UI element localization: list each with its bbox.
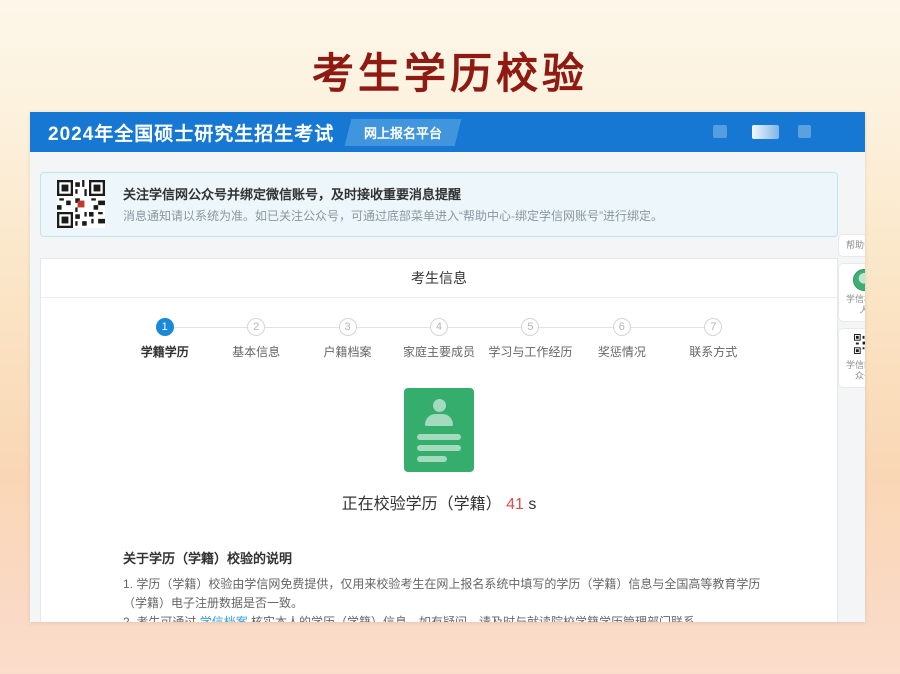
note2-post: 核实本人的学历（学籍）信息，如有疑问，请及时与就读院校学籍学历管理部门联系。 xyxy=(248,615,707,622)
step-circle-row: 5 xyxy=(485,318,576,336)
panel-title: 考生信息 xyxy=(41,259,837,298)
step-number: 1 xyxy=(156,318,174,336)
step-item-奖惩情况[interactable]: 6 奖惩情况 xyxy=(576,318,667,360)
archive-link[interactable]: 学信档案 xyxy=(200,615,248,622)
slide-title: 考生学历校验 xyxy=(0,40,900,101)
widget-label: 帮助中心 xyxy=(842,240,865,251)
step-label: 奖惩情况 xyxy=(598,343,646,360)
step-connector xyxy=(668,327,705,328)
countdown-value: 41 xyxy=(506,496,524,513)
platform-badge-label: 网上报名平台 xyxy=(364,123,442,142)
note-item-1: 1. 学历（学籍）校验由学信网免费提供，仅用来校验考生在网上报名系统中填写的学历… xyxy=(123,575,777,613)
step-number: 7 xyxy=(704,318,722,336)
step-item-基本信息[interactable]: 2 基本信息 xyxy=(210,318,301,360)
widget-label: 学信机器人 xyxy=(842,294,865,316)
step-number: 4 xyxy=(430,318,448,336)
step-connector xyxy=(576,327,613,328)
notice-title: 关注学信网公众号并绑定微信账号，及时接收重要消息提醒 xyxy=(123,184,461,203)
note-item-2: 2. 考生可通过 学信档案 核实本人的学历（学籍）信息，如有疑问，请及时与就读院… xyxy=(123,613,777,622)
redacted-logout-icon xyxy=(798,125,811,138)
step-label: 家庭主要成员 xyxy=(403,343,475,360)
qr-code-icon xyxy=(57,180,105,228)
notice-subtitle: 消息通知请以系统为准。如已关注公众号，可通过底部菜单进入“帮助中心-绑定学信网账… xyxy=(123,207,663,224)
step-label: 学习与工作经历 xyxy=(488,343,572,360)
step-number: 2 xyxy=(247,318,265,336)
step-item-联系方式[interactable]: 7 联系方式 xyxy=(668,318,759,360)
step-connector xyxy=(210,327,247,328)
robot-avatar-icon xyxy=(853,269,865,291)
step-circle-row: 2 xyxy=(210,318,301,336)
step-item-学籍学历[interactable]: 1 学籍学历 xyxy=(119,318,210,360)
browser-window: 2024年全国硕士研究生招生考试 网上报名平台 xyxy=(30,112,865,622)
step-circle-row: 3 xyxy=(302,318,393,336)
status-prefix: 正在校验学历（学籍） xyxy=(342,496,502,513)
person-document-icon xyxy=(404,388,474,472)
person-shoulders-shape xyxy=(425,414,453,426)
verify-status-text: 正在校验学历（学籍） 41 s xyxy=(41,490,837,514)
step-connector xyxy=(539,327,576,328)
step-circle-row: 4 xyxy=(393,318,484,336)
step-item-家庭主要成员[interactable]: 4 家庭主要成员 xyxy=(393,318,484,360)
widget-card-帮助中心[interactable]: 帮助中心 xyxy=(838,234,865,257)
step-indicator: 1 学籍学历 2 基本信息 3 户籍档案 4 家庭主要成员 5 学习与工作经历 6 奖惩情况 7 联系方式 xyxy=(119,318,759,360)
portal-title: 2024年全国硕士研究生招生考试 xyxy=(48,119,334,146)
step-label: 基本信息 xyxy=(232,343,280,360)
step-label: 学籍学历 xyxy=(141,343,189,360)
text-line-shape xyxy=(417,456,447,462)
widget-label: 学信网公众号 xyxy=(842,360,865,382)
step-label: 户籍档案 xyxy=(324,343,372,360)
step-connector xyxy=(174,327,211,328)
step-connector xyxy=(448,327,485,328)
widget-card-学信机器人[interactable]: 学信机器人 xyxy=(838,263,865,322)
step-number: 5 xyxy=(521,318,539,336)
text-line-shape xyxy=(417,434,461,440)
redacted-username xyxy=(752,125,779,139)
slide: 考生学历校验 2024年全国硕士研究生招生考试 网上报名平台 xyxy=(0,0,900,674)
person-head-shape xyxy=(433,399,446,412)
step-circle-row: 6 xyxy=(576,318,667,336)
note2-pre: 2. 考生可通过 xyxy=(123,615,200,622)
qr-code-icon xyxy=(854,334,865,354)
step-item-学习与工作经历[interactable]: 5 学习与工作经历 xyxy=(485,318,576,360)
step-connector xyxy=(631,327,668,328)
step-connector xyxy=(265,327,302,328)
verification-notes: 关于学历（学籍）校验的说明 1. 学历（学籍）校验由学信网免费提供，仅用来校验考… xyxy=(123,548,777,622)
portal-header: 2024年全国硕士研究生招生考试 网上报名平台 xyxy=(30,112,865,152)
step-circle-row: 7 xyxy=(668,318,759,336)
redacted-header-item-icon xyxy=(713,125,727,138)
step-connector xyxy=(357,327,394,328)
widget-card-学信网公众号[interactable]: 学信网公众号 xyxy=(838,328,865,388)
candidate-info-panel: 考生信息 1 学籍学历 2 基本信息 3 户籍档案 4 家庭主要成员 5 学习与工作经历 6 奖惩情况… xyxy=(40,258,838,622)
platform-badge: 网上报名平台 xyxy=(345,119,462,146)
floating-widget-column: 帮助中心学信机器人学信网公众号 xyxy=(838,234,865,388)
step-number: 6 xyxy=(613,318,631,336)
step-connector xyxy=(485,327,522,328)
step-number: 3 xyxy=(339,318,357,336)
countdown-unit: s xyxy=(528,496,536,513)
step-connector xyxy=(302,327,339,328)
text-line-shape xyxy=(417,445,461,451)
step-circle-row: 1 xyxy=(119,318,210,336)
notes-heading: 关于学历（学籍）校验的说明 xyxy=(123,548,777,567)
step-connector xyxy=(393,327,430,328)
step-label: 联系方式 xyxy=(689,343,737,360)
step-item-户籍档案[interactable]: 3 户籍档案 xyxy=(302,318,393,360)
notice-banner: 关注学信网公众号并绑定微信账号，及时接收重要消息提醒 消息通知请以系统为准。如已… xyxy=(40,172,838,237)
